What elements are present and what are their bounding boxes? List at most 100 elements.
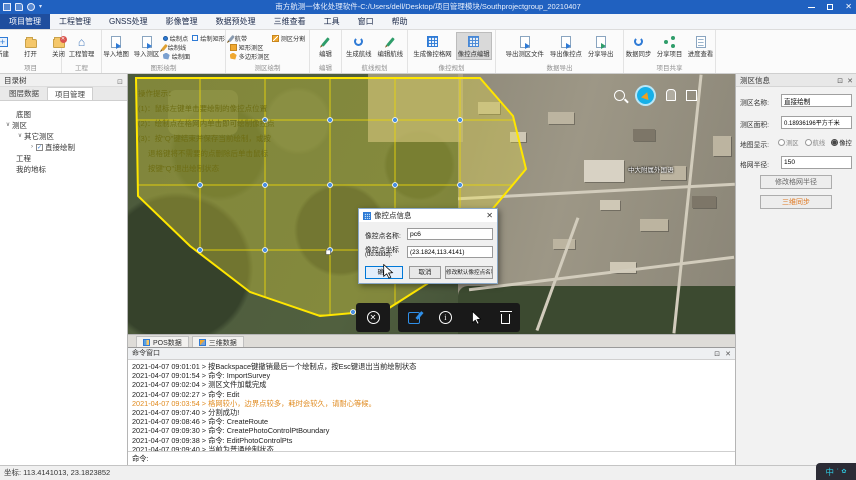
photo-control-point-dialog: 像控点信息 ✕ 像控点名称: 像控点坐标 (dd.dddd): 确定 取消 修改… xyxy=(358,208,498,284)
info-tool-icon[interactable]: i xyxy=(439,311,452,324)
full-extent-icon[interactable] xyxy=(686,90,697,101)
close-icon[interactable]: ✕ xyxy=(725,349,731,360)
mouse-cursor xyxy=(382,264,394,279)
tab-3d-view[interactable]: 三维查看 xyxy=(265,14,315,29)
three-d-data-icon xyxy=(199,339,206,346)
export-survey-button[interactable]: 导出测区文件 xyxy=(504,32,546,60)
pan-hand-icon[interactable] xyxy=(666,89,676,101)
point-icon xyxy=(163,36,168,41)
expand-arrow-icon[interactable]: ∨ xyxy=(16,131,24,142)
rect-survey-button[interactable]: 矩形测区 xyxy=(230,43,270,51)
close-icon[interactable]: ✕ xyxy=(847,75,853,88)
polygon-icon xyxy=(163,53,170,60)
maximize-button[interactable] xyxy=(827,4,833,10)
expand-arrow-icon[interactable]: ∨ xyxy=(4,120,12,131)
modify-grid-radius-button[interactable]: 修改格网半径 xyxy=(760,175,832,189)
tree-item-landmarks[interactable]: 我的地标 xyxy=(0,164,127,175)
tab-project-manage[interactable]: 项目管理 xyxy=(47,87,93,100)
survey-name-label: 测区名称: xyxy=(740,97,769,107)
point-coord-input[interactable] xyxy=(407,246,493,258)
survey-name-input[interactable] xyxy=(781,94,852,107)
log-line: 2021-04-07 09:09:38 > 命令: EditPhotoContr… xyxy=(132,436,731,445)
point-name-input[interactable] xyxy=(407,228,493,240)
tab-imagery[interactable]: 影像管理 xyxy=(157,14,207,29)
radio-route[interactable]: 航线 xyxy=(805,138,826,147)
tab-gnss[interactable]: GNSS处理 xyxy=(100,14,157,29)
modify-default-name-button[interactable]: 修改默认像控点名称 xyxy=(445,266,493,279)
window-title: 南方航测一体化处理软件-C:/Users/dell/Desktop/项目管理模块… xyxy=(0,0,856,14)
survey-split-button[interactable]: 测区分割 xyxy=(272,34,306,42)
open-button[interactable]: 打开 xyxy=(18,32,44,60)
export-photo-control-button[interactable]: 导出像控点 xyxy=(548,32,584,60)
sync-3d-button[interactable]: 三维同步 xyxy=(760,195,832,209)
menu-bar: 项目管理 工程管理 GNSS处理 影像管理 数据预处理 三维查看 工具 窗口 帮… xyxy=(0,14,856,30)
share-project-button[interactable]: 分享项目 xyxy=(655,32,684,60)
grid-radius-input[interactable] xyxy=(781,156,852,169)
survey-area-input[interactable] xyxy=(781,116,852,129)
catalog-tree-title: 目录树 xyxy=(4,76,27,85)
tab-help[interactable]: 帮助 xyxy=(383,14,417,29)
tab-tools[interactable]: 工具 xyxy=(315,14,349,29)
progress-icon xyxy=(696,36,706,48)
draw-line-button[interactable]: 绘制线 xyxy=(163,43,191,51)
tree-item-engineering[interactable]: 工程 xyxy=(0,153,127,164)
map-view[interactable]: 操作提示： (1)：鼠标左键单击要绘制的像控点位置 (2)：绘制点在格网内单击即… xyxy=(128,74,735,334)
tree-item-basemap[interactable]: 底图 xyxy=(0,109,127,120)
edit-photo-control-button[interactable]: 像控点编辑 xyxy=(456,32,492,60)
radio-photo-control[interactable]: 像控 xyxy=(831,138,852,147)
radio-survey-area[interactable]: 测区 xyxy=(778,138,799,147)
collapse-arrow-icon[interactable]: › xyxy=(28,142,36,153)
share-export-button[interactable]: 分享导出 xyxy=(586,32,616,60)
tab-layer-data[interactable]: 图层数据 xyxy=(2,87,46,100)
cancel-button[interactable]: 取消 xyxy=(409,266,441,279)
log-line: 2021-04-07 09:02:27 > 命令: Edit xyxy=(132,390,731,399)
minimize-button[interactable] xyxy=(808,7,815,8)
dialog-close-icon[interactable]: ✕ xyxy=(486,211,493,220)
new-button[interactable]: +新建 xyxy=(0,32,16,60)
import-map-button[interactable]: 导入地图 xyxy=(102,32,130,60)
export-pc-icon xyxy=(561,36,571,48)
float-icon[interactable]: ⊡ xyxy=(837,75,843,88)
command-input[interactable]: 命令: xyxy=(128,451,735,465)
progress-view-button[interactable]: 进度查看 xyxy=(686,32,715,60)
close-button[interactable]: ✕ xyxy=(845,0,852,14)
rect-icon xyxy=(192,35,198,41)
tab-window[interactable]: 窗口 xyxy=(349,14,383,29)
create-photo-grid-button[interactable]: 生成像控格网 xyxy=(411,32,453,60)
draw-point-button[interactable]: 绘制点 xyxy=(163,34,191,42)
edit-tool-icon[interactable] xyxy=(408,312,420,324)
ime-indicator[interactable]: 中’✿ xyxy=(816,463,856,480)
operation-tips: 操作提示： (1)：鼠标左键单击要绘制的像控点位置 (2)：绘制点在格网内单击即… xyxy=(138,86,368,176)
select-tool-icon[interactable] xyxy=(471,311,482,325)
draw-rect-button[interactable]: 绘制矩形 xyxy=(192,34,225,42)
dialog-grid-icon xyxy=(363,212,371,220)
delete-tool-icon[interactable] xyxy=(501,314,510,324)
dialog-title: 像控点信息 xyxy=(374,210,412,221)
edit-route-button[interactable]: 编辑航线 xyxy=(376,32,406,60)
edit-button[interactable]: 编辑 xyxy=(313,32,339,60)
log-line: 2021-04-07 09:01:54 > 命令: ImportSurvey xyxy=(132,371,731,380)
tab-preprocess[interactable]: 数据预处理 xyxy=(207,14,265,29)
edit-pencil-icon xyxy=(321,37,330,47)
search-icon[interactable] xyxy=(614,90,625,101)
tree-item-direct-draw[interactable]: ›✓直接绘制 xyxy=(0,142,127,153)
ime-language: 中 xyxy=(826,466,835,478)
float-icon[interactable]: ⊡ xyxy=(714,349,720,360)
export-survey-icon xyxy=(520,36,530,48)
flight-strip-button[interactable]: 航带 xyxy=(230,34,270,42)
create-route-button[interactable]: 生成航线 xyxy=(344,32,374,60)
poly-survey-button[interactable]: 多边形测区 xyxy=(230,52,270,60)
basemap-button[interactable] xyxy=(635,85,656,106)
command-log[interactable]: 2021-04-07 09:01:01 > 按Backspace键撤销最后一个绘… xyxy=(128,360,735,451)
import-survey-button[interactable]: 导入测区 xyxy=(132,32,160,60)
checkbox-checked[interactable]: ✓ xyxy=(36,144,43,151)
draw-polygon-button[interactable]: 绘制面 xyxy=(163,52,191,60)
engineering-manage-button[interactable]: ⌂工程管理 xyxy=(67,32,97,60)
data-sync-button[interactable]: 数据同步 xyxy=(624,32,653,60)
tab-project-management[interactable]: 项目管理 xyxy=(0,14,50,29)
drawing-toolbar-close[interactable]: ✕ xyxy=(356,303,390,332)
tree-item-other-survey[interactable]: ∨其它测区 xyxy=(0,131,127,142)
tab-engineering[interactable]: 工程管理 xyxy=(50,14,100,29)
tree-item-survey[interactable]: ∨测区 xyxy=(0,120,127,131)
pin-icon[interactable]: ⊡ xyxy=(117,76,123,89)
